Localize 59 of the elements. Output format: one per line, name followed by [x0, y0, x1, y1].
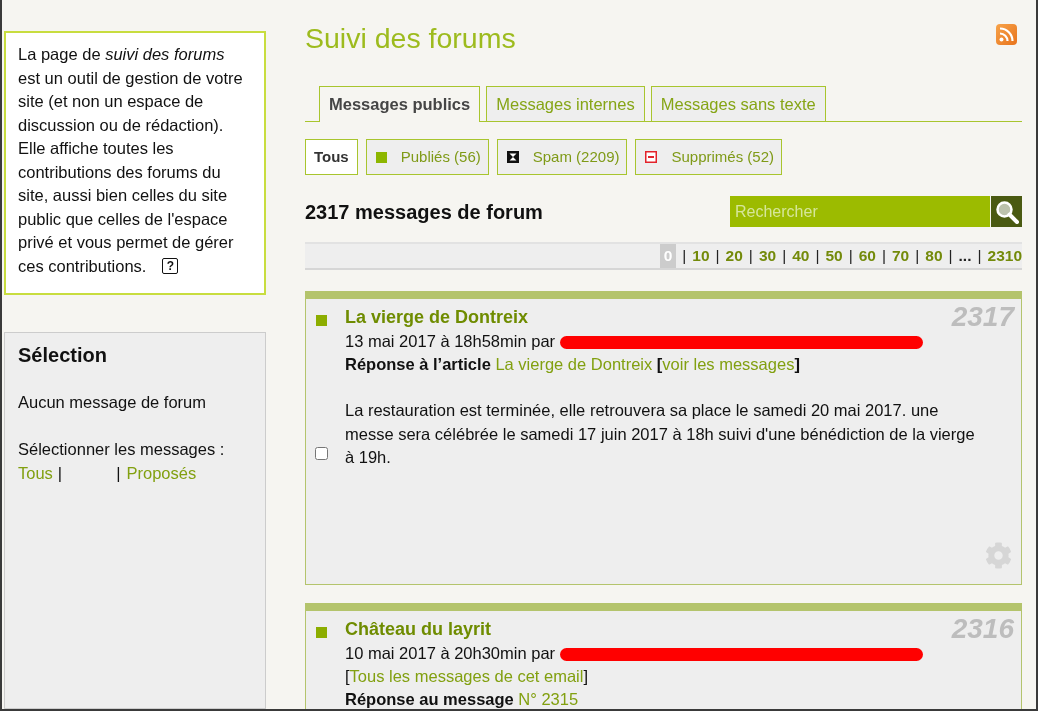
separator-text: | — [57, 462, 63, 484]
message-title[interactable]: La vierge de Dontreix — [345, 304, 529, 330]
selection-title: Sélection — [18, 343, 108, 367]
page-separator: | — [977, 246, 982, 267]
minus-square-icon — [645, 151, 658, 163]
date-line: 13 mai 2017 à 18h58min par — [345, 330, 1014, 353]
page-separator: | — [915, 246, 920, 267]
message-body: La restauration est terminée, elle retrouvera sa place le samedi 20 mai 2017. une messe sera célébrée le samedi 17 juin 2017 à 18h suivi d'une bénédiction de la vierge à 19h. — [345, 400, 976, 468]
tab[interactable]: Messages publics — [319, 86, 481, 122]
page-separator: | — [848, 246, 853, 267]
info-text: La page de suivi des forums est un outil de gestion de votre site (et non un espace de discussion ou de rédaction). Elle affiche toutes les contributions des forums du site, aussi bien celles du site public que celles de l'espace privé et vous permet de gérer ces contributions. ? — [18, 44, 244, 277]
view-messages-link[interactable]: voir les messages — [662, 355, 795, 373]
filter-button[interactable]: Tous — [305, 139, 358, 175]
page-separator: | — [948, 246, 953, 267]
page-link[interactable]: 50 — [825, 244, 843, 268]
page-link[interactable]: 30 — [758, 244, 777, 268]
page-separator: | — [715, 246, 720, 267]
page-link[interactable]: 10 — [692, 244, 710, 268]
page-link[interactable]: 80 — [925, 244, 943, 268]
page-separator: | — [782, 246, 787, 267]
reply-target-link[interactable]: N° 2315 — [518, 690, 579, 708]
reply-line: Réponse à l’article La vierge de Dontreix [voir les messages] — [345, 354, 801, 375]
select-link[interactable]: Proposés — [126, 461, 197, 485]
select-link[interactable]: Tous — [18, 461, 53, 485]
message-title[interactable]: Château du layrit — [345, 616, 492, 642]
square-icon — [316, 315, 327, 326]
page-separator: | — [881, 246, 886, 267]
filter-button[interactable]: Spam (2209) — [496, 139, 628, 175]
page-link[interactable]: 40 — [792, 244, 810, 268]
search-field[interactable]: Rechercher — [730, 196, 990, 227]
page-separator: | — [748, 246, 753, 267]
page-separator: | — [682, 246, 687, 267]
tab[interactable]: Messages sans texte — [650, 86, 826, 121]
reply-line: Réponse au message N° 2315 — [345, 689, 580, 709]
message-count: 2317 messages de forum — [305, 199, 543, 224]
filter-button[interactable]: Publiés (56) — [365, 139, 489, 175]
email-messages-link[interactable]: Tous les messages de cet email — [349, 667, 584, 685]
page-ellipsis: ... — [958, 246, 972, 267]
filter-button[interactable]: Supprimés (52) — [635, 139, 783, 175]
square-icon — [316, 627, 327, 638]
selection-prompt: Sélectionner les messages : — [18, 439, 226, 460]
message-checkbox[interactable] — [315, 447, 328, 460]
square-icon — [375, 151, 387, 163]
page-link[interactable]: 70 — [892, 244, 910, 268]
page-link[interactable]: 20 — [725, 244, 743, 268]
page-link[interactable]: 2310 — [987, 244, 1022, 268]
reply-target-link[interactable]: La vierge de Dontreix — [495, 355, 653, 373]
search-icon — [994, 199, 1019, 224]
selection-status: Aucun message de forum — [18, 392, 208, 413]
page-separator: | — [815, 246, 820, 267]
page-title: Suivi des forums — [305, 21, 516, 56]
date-line: 10 mai 2017 à 20h30min par [Tous les messages de cet email] — [345, 642, 1014, 688]
hourglass-icon — [506, 151, 519, 163]
separator-text: | — [116, 462, 121, 484]
page-link[interactable]: 60 — [858, 244, 876, 268]
search-button[interactable] — [991, 196, 1022, 227]
help-icon[interactable]: ? — [162, 257, 179, 274]
tab[interactable]: Messages internes — [486, 86, 645, 121]
rss-icon[interactable] — [996, 24, 1017, 45]
